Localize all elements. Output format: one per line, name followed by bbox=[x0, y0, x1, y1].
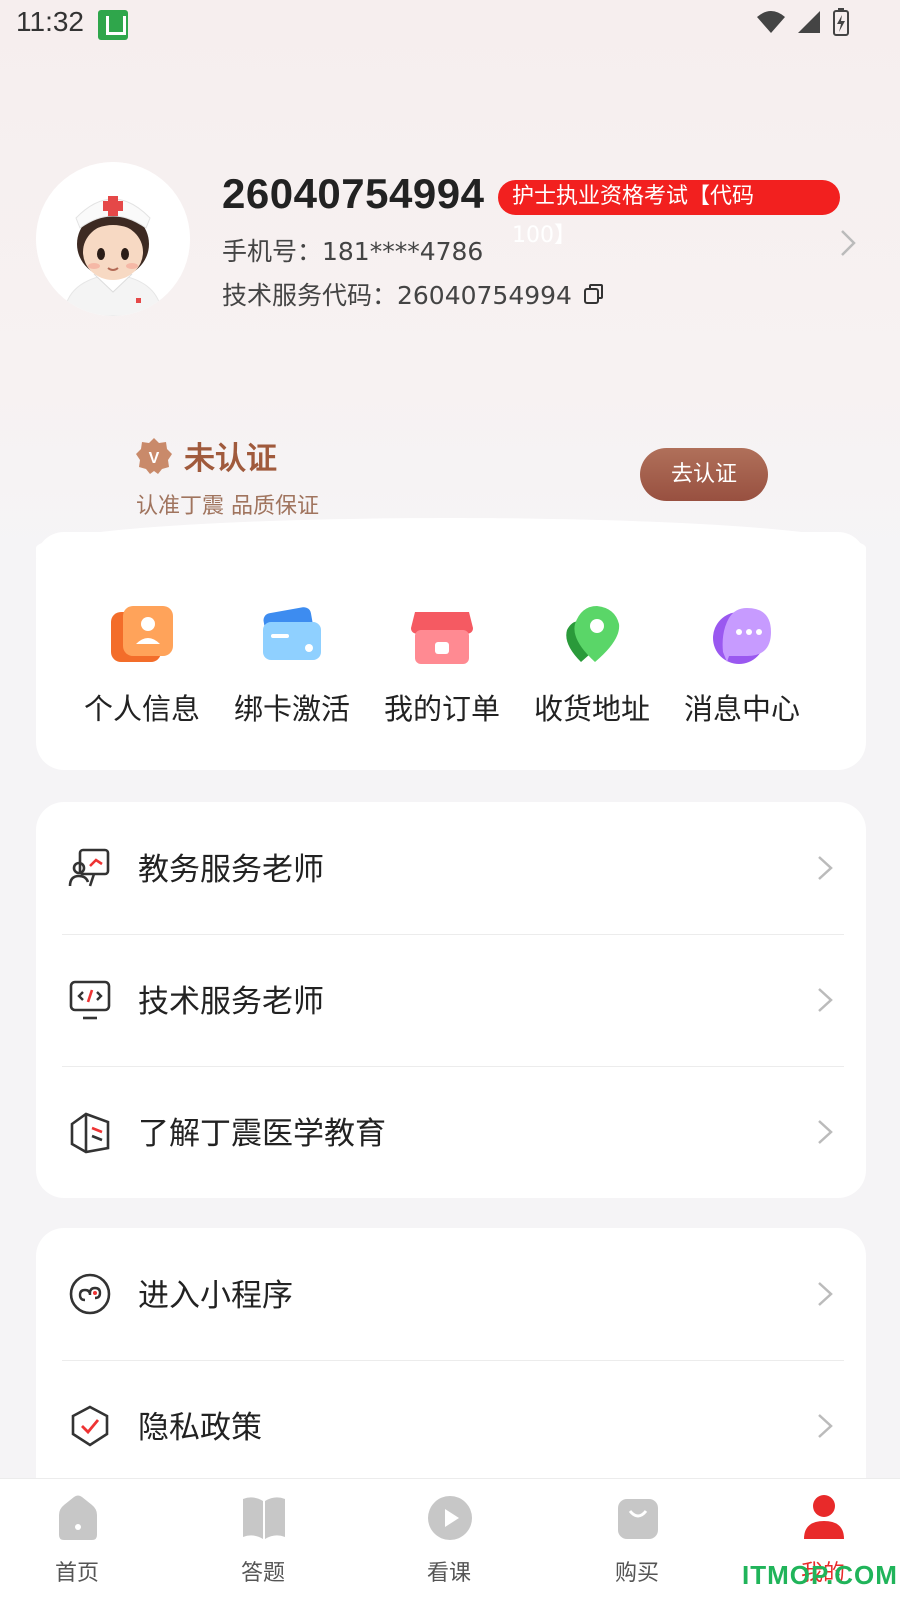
quick-action-my-orders[interactable]: 我的订单 bbox=[366, 602, 518, 732]
battery-icon bbox=[833, 8, 849, 36]
bag-icon bbox=[618, 1499, 658, 1539]
card-icon bbox=[263, 607, 321, 660]
quick-action-label: 我的订单 bbox=[383, 692, 500, 726]
list-item-tech-teacher[interactable]: 技术服务老师 bbox=[36, 934, 866, 1066]
watermark: ITMOP.COM bbox=[742, 1560, 898, 1590]
quick-action-label: 绑卡激活 bbox=[233, 692, 350, 726]
chevron-right-icon bbox=[818, 856, 833, 880]
quick-action-messages[interactable]: 消息中心 bbox=[666, 602, 818, 732]
chevron-right-icon bbox=[818, 1414, 833, 1438]
verify-button[interactable]: 去认证 bbox=[640, 448, 768, 501]
nav-label: 看课 bbox=[426, 1561, 471, 1586]
user-icon bbox=[804, 1495, 844, 1539]
nav-label: 答题 bbox=[240, 1561, 285, 1586]
verify-subtitle: 认准丁震 品质保证 bbox=[136, 494, 319, 519]
chevron-right-icon bbox=[818, 988, 833, 1012]
quick-action-label: 消息中心 bbox=[683, 692, 800, 726]
home-icon bbox=[59, 1495, 97, 1540]
list-item-label: 隐私政策 bbox=[138, 1410, 262, 1446]
nav-tab-home[interactable]: 首页 bbox=[2, 1493, 152, 1593]
list-item-mini-program[interactable]: 进入小程序 bbox=[36, 1228, 866, 1360]
nav-label: 购买 bbox=[614, 1561, 659, 1586]
quick-action-label: 个人信息 bbox=[83, 692, 200, 726]
nurse-avatar-icon bbox=[36, 162, 190, 316]
brand-cube-icon bbox=[70, 1112, 110, 1154]
signal-icon bbox=[798, 11, 820, 33]
chat-bubble-icon bbox=[713, 608, 771, 664]
phone-number: 手机号：181****4786 bbox=[222, 237, 484, 266]
verify-status-title: 未认证 bbox=[184, 441, 277, 477]
quick-action-address[interactable]: 收货地址 bbox=[516, 602, 668, 732]
service-code: 技术服务代码：26040754994 bbox=[222, 281, 572, 310]
exam-badge-overflow: 100】 bbox=[512, 223, 576, 248]
nav-label: 首页 bbox=[54, 1561, 99, 1586]
status-bar: 11:32 bbox=[0, 0, 900, 50]
other-list-card: 进入小程序 隐私政策 bbox=[36, 1228, 866, 1518]
nav-tab-quiz[interactable]: 答题 bbox=[188, 1493, 338, 1593]
shield-check-icon bbox=[71, 1405, 109, 1447]
app-notification-icon bbox=[98, 10, 128, 40]
avatar[interactable] bbox=[36, 162, 190, 316]
mini-program-icon bbox=[69, 1273, 111, 1315]
service-list-card: 教务服务老师 技术服务老师 了解丁震医学教育 bbox=[36, 802, 866, 1198]
shop-icon bbox=[411, 612, 473, 664]
chevron-right-icon bbox=[818, 1120, 833, 1144]
list-item-privacy-policy[interactable]: 隐私政策 bbox=[36, 1360, 866, 1492]
quick-action-label: 收货地址 bbox=[533, 692, 650, 726]
username: 26040754994 bbox=[222, 170, 485, 217]
list-item-label: 技术服务老师 bbox=[138, 984, 324, 1020]
quick-action-personal-info[interactable]: 个人信息 bbox=[66, 602, 218, 732]
location-pin-icon bbox=[566, 606, 620, 662]
list-item-label: 教务服务老师 bbox=[138, 852, 324, 888]
quick-actions-card: 个人信息 绑卡激活 我的订单 收货地址 消息中心 bbox=[36, 518, 866, 770]
teacher-board-icon bbox=[68, 848, 110, 887]
quick-action-bind-card[interactable]: 绑卡激活 bbox=[216, 602, 368, 732]
wifi-icon bbox=[757, 11, 785, 33]
code-monitor-icon bbox=[69, 980, 111, 1020]
list-item-about-brand[interactable]: 了解丁震医学教育 bbox=[36, 1066, 866, 1198]
status-indicators bbox=[756, 8, 850, 36]
copy-icon[interactable] bbox=[582, 282, 606, 306]
svg-text:V: V bbox=[149, 450, 160, 467]
list-item-label: 进入小程序 bbox=[138, 1278, 293, 1314]
exam-badge[interactable]: 护士执业资格考试【代码 bbox=[498, 180, 840, 215]
nav-tab-courses[interactable]: 看课 bbox=[374, 1493, 524, 1593]
status-time: 11:32 bbox=[16, 6, 84, 37]
nav-tab-buy[interactable]: 购买 bbox=[562, 1493, 712, 1593]
chevron-right-icon bbox=[818, 1282, 833, 1306]
verified-badge-icon: V bbox=[136, 438, 172, 474]
id-card-icon bbox=[111, 606, 173, 662]
list-item-academic-teacher[interactable]: 教务服务老师 bbox=[36, 802, 866, 934]
profile-chevron-icon[interactable] bbox=[838, 228, 858, 258]
book-icon bbox=[243, 1497, 285, 1539]
play-icon bbox=[428, 1496, 472, 1540]
list-item-label: 了解丁震医学教育 bbox=[138, 1116, 386, 1152]
